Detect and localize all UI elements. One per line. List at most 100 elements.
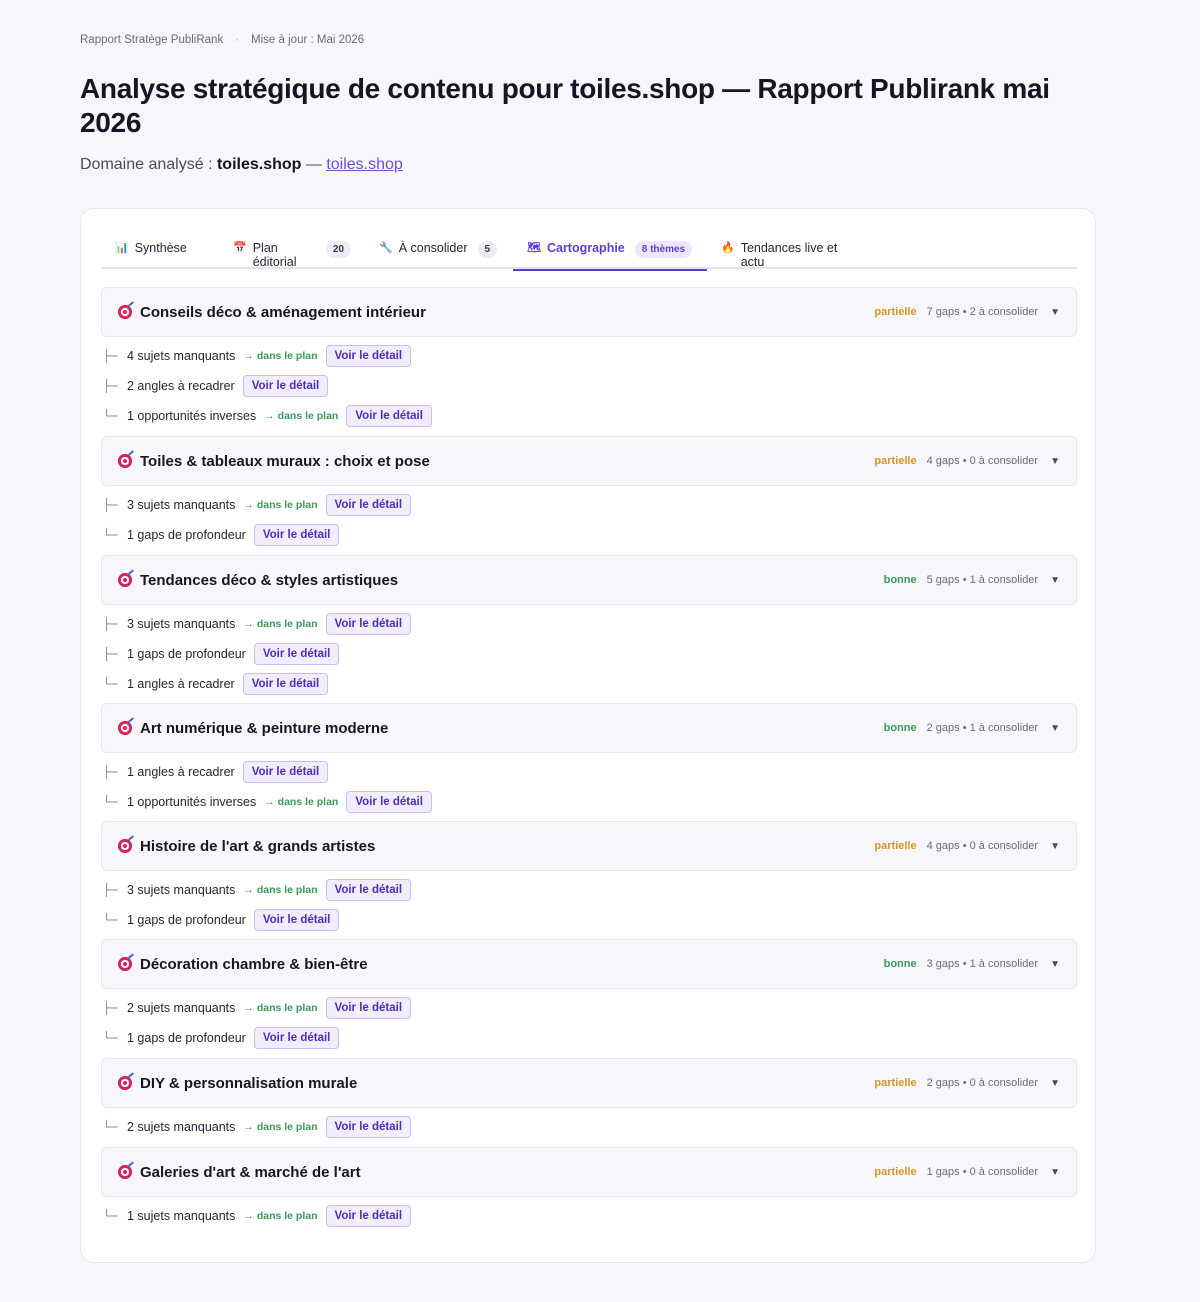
theme-header[interactable]: Histoire de l'art & grands artistes parti… bbox=[101, 821, 1077, 871]
theme-stats: 4 gaps • 0 à consolider bbox=[926, 840, 1039, 852]
chevron-down-icon[interactable]: ▼ bbox=[1050, 575, 1060, 586]
in-plan-tag: → dans le plan bbox=[243, 1121, 318, 1133]
view-detail-button[interactable]: Voir le détail bbox=[242, 375, 329, 397]
tab-cartographie[interactable]: 🗺 Cartographie 8 thèmes bbox=[513, 235, 707, 271]
tree-end-icon: └─ bbox=[103, 795, 118, 809]
view-detail-button[interactable]: Voir le détail bbox=[253, 524, 340, 546]
view-detail-button[interactable]: Voir le détail bbox=[253, 643, 340, 665]
view-detail-button[interactable]: Voir le détail bbox=[325, 494, 412, 516]
tab-label: Synthèse bbox=[134, 241, 187, 255]
theme-stats: 4 gaps • 0 à consolider bbox=[926, 455, 1039, 467]
in-plan-tag: → dans le plan bbox=[243, 1002, 318, 1014]
tab-label: Tendances live et actu bbox=[740, 241, 838, 269]
theme-header[interactable]: Conseils déco & aménagement intérieur par… bbox=[101, 287, 1077, 337]
view-detail-button[interactable]: Voir le détail bbox=[325, 879, 412, 901]
meta-separator: · bbox=[235, 34, 240, 46]
tree-end-icon: └─ bbox=[103, 1209, 118, 1223]
chevron-down-icon[interactable]: ▼ bbox=[1050, 723, 1060, 734]
theme-subrow: └─ 2 sujets manquants → dans le plan Voir l… bbox=[103, 1115, 412, 1139]
calendar-icon: 📅 bbox=[233, 242, 247, 254]
report-card: 📊 Synthèse 📅 Plan éditorial 20 🔧 À consolider 5… bbox=[80, 208, 1096, 1263]
tab-label: Plan éditorial bbox=[252, 241, 297, 269]
tree-branch-icon: ├─ bbox=[103, 883, 118, 897]
subrow-label: 1 opportunités inverses bbox=[127, 795, 257, 809]
tree-branch-icon: ├─ bbox=[103, 617, 118, 631]
view-detail-button[interactable]: Voir le détail bbox=[242, 761, 329, 783]
target-icon bbox=[118, 721, 132, 735]
theme-subrow: └─ 1 gaps de profondeur Voir le détail bbox=[103, 908, 340, 932]
chevron-down-icon[interactable]: ▼ bbox=[1050, 1078, 1060, 1089]
theme-title: Histoire de l'art & grands artistes bbox=[140, 837, 376, 855]
theme-header[interactable]: Toiles & tableaux muraux : choix et pose… bbox=[101, 436, 1077, 486]
chevron-down-icon[interactable]: ▼ bbox=[1050, 841, 1060, 852]
target-icon bbox=[118, 839, 132, 853]
tab-count-badge: 20 bbox=[325, 241, 351, 258]
chevron-down-icon[interactable]: ▼ bbox=[1050, 456, 1060, 467]
subrow-label: 1 sujets manquants bbox=[127, 1209, 236, 1223]
view-detail-button[interactable]: Voir le détail bbox=[253, 909, 340, 931]
tab-tendances[interactable]: 🔥 Tendances live et actu bbox=[707, 235, 877, 269]
theme-subrow: └─ 1 gaps de profondeur Voir le détail bbox=[103, 523, 340, 547]
report-name: Rapport Stratège PubliRank bbox=[80, 34, 224, 46]
view-detail-button[interactable]: Voir le détail bbox=[325, 1205, 412, 1227]
map-icon: 🗺 bbox=[527, 242, 541, 254]
theme-subrow: ├─ 4 sujets manquants → dans le plan Voir l… bbox=[103, 344, 412, 368]
theme-subrow: └─ 1 angles à recadrer Voir le détail bbox=[103, 672, 329, 696]
coverage-status: partielle bbox=[874, 1077, 917, 1089]
view-detail-button[interactable]: Voir le détail bbox=[242, 673, 329, 695]
view-detail-button[interactable]: Voir le détail bbox=[253, 1027, 340, 1049]
theme-header[interactable]: Galeries d'art & marché de l'art partiell… bbox=[101, 1147, 1077, 1197]
report-meta: Rapport Stratège PubliRank · Mise à jour… bbox=[80, 34, 364, 46]
in-plan-tag: → dans le plan bbox=[264, 410, 339, 422]
domain-link[interactable]: toiles.shop bbox=[326, 156, 403, 173]
view-detail-button[interactable]: Voir le détail bbox=[325, 997, 412, 1019]
theme-header[interactable]: Art numérique & peinture moderne bonne 2 g… bbox=[101, 703, 1077, 753]
tab-a-consolider[interactable]: 🔧 À consolider 5 bbox=[365, 235, 513, 269]
theme-stats: 1 gaps • 0 à consolider bbox=[926, 1166, 1039, 1178]
tab-synthese[interactable]: 📊 Synthèse bbox=[101, 235, 219, 269]
view-detail-button[interactable]: Voir le détail bbox=[346, 791, 432, 813]
view-detail-button[interactable]: Voir le détail bbox=[325, 1116, 412, 1138]
wrench-icon: 🔧 bbox=[379, 242, 393, 254]
in-plan-tag: → dans le plan bbox=[243, 884, 318, 896]
domain-dash: — bbox=[305, 156, 322, 173]
coverage-status: partielle bbox=[874, 306, 917, 318]
chevron-down-icon[interactable]: ▼ bbox=[1050, 1167, 1060, 1178]
subrow-label: 2 angles à recadrer bbox=[127, 379, 235, 393]
domain-name: toiles.shop bbox=[216, 156, 302, 173]
tree-branch-icon: ├─ bbox=[103, 349, 118, 363]
theme-stats: 3 gaps • 1 à consolider bbox=[926, 958, 1039, 970]
chevron-down-icon[interactable]: ▼ bbox=[1050, 307, 1060, 318]
subrow-label: 1 gaps de profondeur bbox=[127, 647, 246, 661]
theme-subrow: └─ 1 opportunités inverses → dans le plan V… bbox=[103, 790, 432, 814]
subrow-label: 1 gaps de profondeur bbox=[127, 1031, 246, 1045]
tab-label: Cartographie bbox=[546, 241, 625, 255]
view-detail-button[interactable]: Voir le détail bbox=[325, 613, 412, 635]
theme-stats: 5 gaps • 1 à consolider bbox=[926, 574, 1039, 586]
theme-header[interactable]: DIY & personnalisation murale partielle 2 … bbox=[101, 1058, 1077, 1108]
tab-count-badge: 8 thèmes bbox=[634, 241, 693, 258]
coverage-status: partielle bbox=[874, 840, 917, 852]
theme-subrow: ├─ 3 sujets manquants → dans le plan Voir l… bbox=[103, 612, 412, 636]
subrow-label: 3 sujets manquants bbox=[127, 617, 236, 631]
chevron-down-icon[interactable]: ▼ bbox=[1050, 959, 1060, 970]
tab-plan-editorial[interactable]: 📅 Plan éditorial 20 bbox=[219, 235, 365, 269]
theme-header[interactable]: Décoration chambre & bien-être bonne 3 gap… bbox=[101, 939, 1077, 989]
tree-end-icon: └─ bbox=[103, 1031, 118, 1045]
theme-title: Décoration chambre & bien-être bbox=[140, 955, 368, 973]
tree-branch-icon: ├─ bbox=[103, 765, 118, 779]
domain-label: Domaine analysé : bbox=[80, 156, 213, 173]
view-detail-button[interactable]: Voir le détail bbox=[346, 405, 432, 427]
subrow-label: 3 sujets manquants bbox=[127, 498, 236, 512]
view-detail-button[interactable]: Voir le détail bbox=[325, 345, 412, 367]
fire-icon: 🔥 bbox=[721, 242, 735, 254]
theme-subrow: ├─ 3 sujets manquants → dans le plan Voir l… bbox=[103, 493, 412, 517]
theme-title: Toiles & tableaux muraux : choix et pose bbox=[140, 452, 430, 470]
tab-count-badge: 5 bbox=[477, 241, 498, 258]
in-plan-tag: → dans le plan bbox=[264, 796, 339, 808]
coverage-status: partielle bbox=[874, 455, 917, 467]
theme-header[interactable]: Tendances déco & styles artistiques bonne… bbox=[101, 555, 1077, 605]
tree-end-icon: └─ bbox=[103, 913, 118, 927]
theme-subrow: ├─ 3 sujets manquants → dans le plan Voir l… bbox=[103, 878, 412, 902]
target-icon bbox=[118, 1165, 132, 1179]
